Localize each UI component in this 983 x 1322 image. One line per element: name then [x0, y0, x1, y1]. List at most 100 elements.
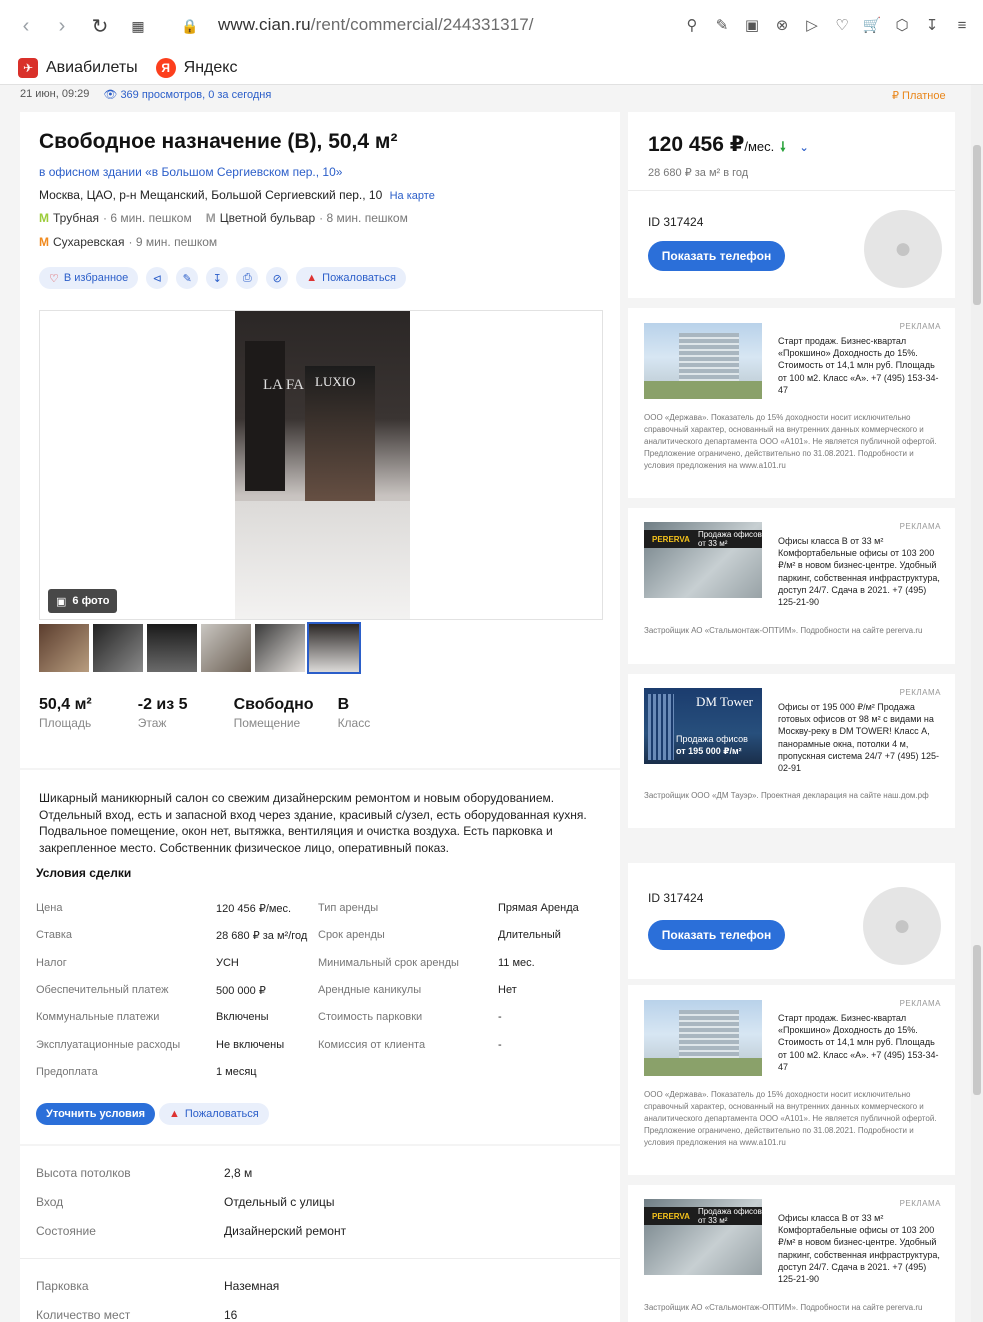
download-icon[interactable]: ↧ [921, 14, 943, 36]
feature-row: Вход Отдельный с улицы [36, 1195, 335, 1209]
edit-icon[interactable]: ✎ [711, 14, 733, 36]
ad-card[interactable]: РЕКЛАМА PERERVA Продажа офисов от 33 м² О… [628, 1185, 955, 1322]
feature-row: Состояние Дизайнерский ремонт [36, 1224, 347, 1238]
ad-text: Офисы от 195 000 ₽/м² Продажа готовых оф… [778, 702, 939, 774]
lock-icon[interactable]: 🔒 [178, 14, 202, 38]
ad-label: РЕКЛАМА [899, 522, 941, 531]
send-icon[interactable]: ▷ [801, 14, 823, 36]
key-stats: 50,4 м² Площадь -2 из 5 Этаж Свободно Помещ… [39, 696, 416, 730]
price-down-icon: 🠗 [780, 139, 786, 154]
ad-image[interactable]: PERERVA Продажа офисов от 33 м² [644, 522, 762, 598]
building-link[interactable]: в офисном здании «в Большом Сергиевском … [39, 165, 342, 179]
photo-thumbnail[interactable] [93, 624, 143, 672]
photo-gallery[interactable]: LA FA LUXIO ▣ 6 фото [39, 310, 603, 620]
photo-thumbnail[interactable] [255, 624, 305, 672]
stat-premises: Свободно Помещение [233, 696, 314, 730]
clarify-terms-button[interactable]: Уточнить условия [36, 1103, 155, 1125]
photo-thumbnail[interactable] [39, 624, 89, 672]
show-phone-button[interactable]: Показать телефон [648, 920, 785, 950]
terms-row: Предоплата 1 месяц [36, 1066, 257, 1078]
ad-image[interactable]: PERERVA Продажа офисов от 33 м² [644, 1199, 762, 1275]
metro-row-2: M Сухаревская · 9 мин. пешком [39, 235, 217, 249]
ad-card[interactable]: РЕКЛАМА Старт продаж. Бизнес-квартал «Пр… [628, 985, 955, 1175]
ad-text: Офисы класса В от 33 м² Комфортабельные … [778, 1213, 940, 1285]
block-icon[interactable]: ⊗ [771, 14, 793, 36]
photo-sign: LA FA [263, 377, 304, 393]
stat-class: B Класс [337, 696, 371, 730]
listing-meta: 21 июн, 09:29 👁 369 просмотров, 0 за сег… [20, 88, 271, 101]
share-icon: ⊲ [152, 272, 162, 285]
menu-icon[interactable]: ≡ [951, 14, 973, 36]
favorite-button[interactable]: ♡ В избранное [39, 267, 139, 289]
photo-banner: LUXIO [305, 366, 375, 516]
back-icon[interactable]: ‹ [14, 14, 38, 38]
ad-image[interactable]: DM Tower Продажа офисов от 195 000 ₽/м² [644, 688, 762, 764]
browser-toolbar: ‹ › ↻ ▦ 🔒 www.cian.ru/rent/commercial/24… [0, 0, 983, 52]
address-text: Москва, ЦАО, р-н Мещанский, Большой Серг… [39, 188, 383, 202]
download-button[interactable]: ↧ [206, 267, 229, 289]
ad-card[interactable]: РЕКЛАМА DM Tower Продажа офисов от 195 000… [628, 674, 955, 828]
ad-label: РЕКЛАМА [899, 322, 941, 331]
feature-row: Высота потолков 2,8 м [36, 1166, 253, 1180]
warning-icon: ▲ [169, 1108, 180, 1120]
paid-badge: ₽ Платное [892, 90, 946, 102]
metro-row-1: M Трубная · 6 мин. пешком M Цветной буль… [39, 211, 408, 225]
yandex-icon: Я [155, 58, 176, 78]
ad-text: Офисы класса В от 33 м² Комфортабельные … [778, 536, 940, 608]
price-per-meter: 28 680 ₽ за м² в год [648, 167, 749, 179]
terms-row: Эксплуатационные расходы Не включены Комис… [36, 1039, 502, 1051]
scroll-thumb-2[interactable] [973, 945, 981, 1095]
address-bar[interactable]: www.cian.ru/rent/commercial/244331317/ [218, 15, 534, 35]
ad-footer: ООО «Держава». Показатель до 15% доходно… [644, 413, 937, 470]
ad-label: РЕКЛАМА [899, 999, 941, 1008]
ad-image[interactable] [644, 323, 762, 399]
camera-icon[interactable]: ▣ [741, 14, 763, 36]
photo-count-badge[interactable]: ▣ 6 фото [48, 589, 118, 613]
stat-floor: -2 из 5 Этаж [137, 696, 188, 730]
photo-thumbnail-active[interactable] [307, 622, 361, 674]
metro-station[interactable]: M Цветной бульвар · 8 мин. пешком [206, 211, 408, 225]
price: 120 456 ₽/мес. 🠗 ⌄ [648, 133, 809, 156]
stat-area: 50,4 м² Площадь [39, 696, 92, 730]
search-icon[interactable]: ⚲ [681, 14, 703, 36]
camera-icon: ▣ [56, 595, 67, 608]
ad-footer: ООО «Держава». Показатель до 15% доходно… [644, 1090, 937, 1147]
bookmark-label: Авиабилеты [46, 59, 138, 76]
share-button[interactable]: ⊲ [146, 267, 169, 289]
main-photo[interactable]: LA FA LUXIO [235, 311, 410, 619]
views-count[interactable]: 👁 369 просмотров, 0 за сегодня [103, 88, 271, 101]
ad-label: РЕКЛАМА [899, 688, 941, 697]
show-phone-button[interactable]: Показать телефон [648, 241, 785, 271]
forward-icon[interactable]: › [50, 14, 74, 38]
note-button[interactable]: ✎ [176, 267, 199, 289]
description-text: Шикарный маникюрный салон со свежим диза… [39, 791, 587, 855]
avatar: ● [864, 210, 942, 288]
tabs-grid-icon[interactable]: ▦ [126, 14, 150, 38]
metro-station[interactable]: M Трубная · 6 мин. пешком [39, 211, 192, 225]
url-path: /rent/commercial/244331317/ [310, 15, 534, 34]
cart-icon[interactable]: 🛒 [861, 14, 883, 36]
scroll-thumb[interactable] [973, 145, 981, 305]
price-card: 120 456 ₽/мес. 🠗 ⌄ 28 680 ₽ за м² в год … [628, 112, 955, 298]
heart-icon[interactable]: ♡ [831, 14, 853, 36]
photo-thumbnail[interactable] [147, 624, 197, 672]
map-link[interactable]: На карте [390, 190, 435, 202]
hide-button[interactable]: ⊘ [266, 267, 289, 289]
ad-footer: Застройщик АО «Стальмонтаж-ОПТИМ». Подро… [644, 1303, 923, 1312]
features-card: Высота потолков 2,8 м Вход Отдельный с ули… [20, 1146, 620, 1322]
box-icon[interactable]: ⬡ [891, 14, 913, 36]
photo-thumbnail[interactable] [201, 624, 251, 672]
price-history-icon[interactable]: ⌄ [800, 142, 809, 154]
ad-image[interactable] [644, 1000, 762, 1076]
bookmark-aviatickets[interactable]: ✈ Авиабилеты [18, 58, 138, 78]
terms-complain-button[interactable]: ▲ Пожаловаться [159, 1103, 269, 1125]
reload-icon[interactable]: ↻ [88, 14, 112, 38]
ad-card[interactable]: РЕКЛАМА PERERVA Продажа офисов от 33 м² О… [628, 508, 955, 664]
complain-button[interactable]: ▲ Пожаловаться [296, 267, 407, 289]
scrollbar[interactable] [971, 85, 983, 1322]
ad-card[interactable]: РЕКЛАМА Старт продаж. Бизнес-квартал «Пр… [628, 308, 955, 498]
metro-station[interactable]: M Сухаревская · 9 мин. пешком [39, 235, 217, 249]
bookmark-yandex[interactable]: Я Яндекс [155, 58, 237, 78]
print-button[interactable]: ⎙ [236, 267, 259, 289]
avatar: ● [863, 887, 941, 965]
